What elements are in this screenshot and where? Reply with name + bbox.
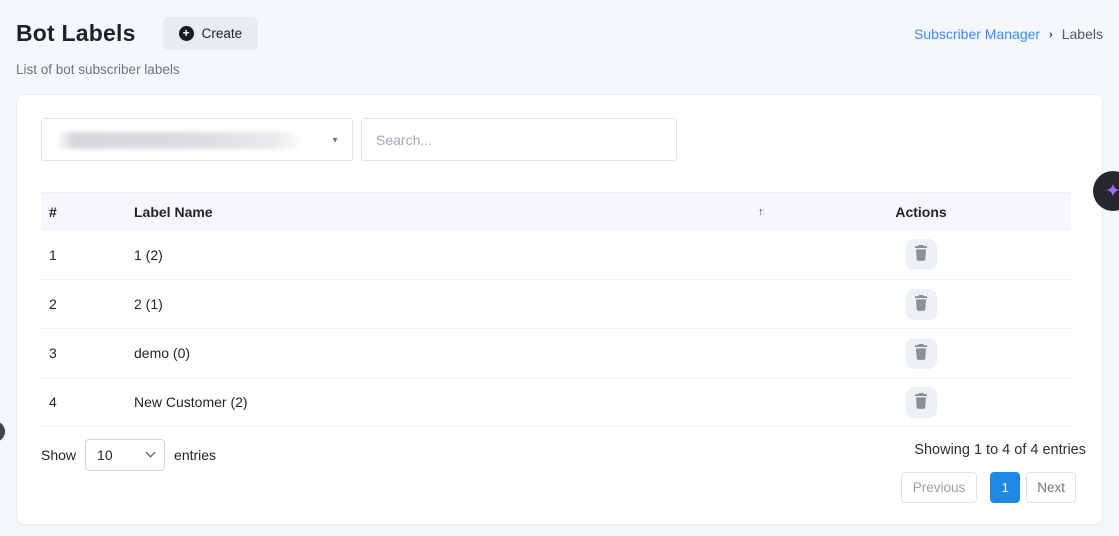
trash-icon [914, 393, 928, 412]
entries-per-page-select[interactable]: 10 [85, 439, 165, 471]
filters-row: ▼ [41, 118, 677, 161]
row-label: New Customer (2) [126, 378, 771, 427]
next-page-button[interactable]: Next [1026, 472, 1076, 503]
labels-table: # Label Name ↑↓ Actions 1 1 (2) 2 [41, 192, 1071, 427]
row-index: 4 [41, 378, 126, 427]
labels-card: ▼ # Label Name ↑↓ Actions 1 1 (2) [16, 94, 1103, 525]
page-header: Bot Labels + Create List of bot subscrib… [16, 0, 1103, 90]
table-row: 4 New Customer (2) [41, 378, 1071, 427]
row-actions [771, 329, 1071, 378]
breadcrumb: Subscriber Manager › Labels [914, 26, 1103, 42]
bot-select-dropdown[interactable]: ▼ [41, 118, 353, 161]
row-label: 2 (1) [126, 280, 771, 329]
trash-icon [914, 245, 928, 264]
delete-label-button[interactable] [906, 387, 937, 418]
delete-label-button[interactable] [906, 239, 937, 270]
row-index: 3 [41, 329, 126, 378]
sort-desc-icon: ↓ [761, 206, 764, 218]
row-actions [771, 231, 1071, 280]
create-button-label: Create [202, 26, 243, 41]
column-header-label-name[interactable]: Label Name ↑↓ [126, 193, 771, 231]
breadcrumb-link-subscriber-manager[interactable]: Subscriber Manager [914, 26, 1040, 42]
trash-icon [914, 344, 928, 363]
delete-label-button[interactable] [906, 338, 937, 369]
caret-down-icon: ▼ [331, 135, 339, 144]
row-label: demo (0) [126, 329, 771, 378]
column-header-actions: Actions [771, 193, 1071, 231]
create-button[interactable]: + Create [163, 17, 259, 50]
show-label: Show [41, 447, 76, 463]
sort-icon: ↑↓ [758, 206, 763, 218]
row-index: 1 [41, 231, 126, 280]
delete-label-button[interactable] [906, 289, 937, 320]
previous-page-button[interactable]: Previous [901, 472, 978, 503]
row-label: 1 (2) [126, 231, 771, 280]
sparkle-icon: ✦ [1105, 182, 1119, 201]
search-input[interactable] [361, 118, 677, 161]
page-1-button[interactable]: 1 [990, 472, 1020, 503]
row-index: 2 [41, 280, 126, 329]
table-row: 2 2 (1) [41, 280, 1071, 329]
plus-circle-icon: + [179, 26, 194, 41]
entries-label: entries [174, 447, 216, 463]
redacted-selected-value [56, 132, 304, 149]
breadcrumb-current: Labels [1062, 26, 1103, 42]
table-row: 3 demo (0) [41, 329, 1071, 378]
trash-icon [914, 295, 928, 314]
row-actions [771, 378, 1071, 427]
pagination: Previous 1 Next [901, 472, 1076, 503]
breadcrumb-separator-icon: › [1049, 28, 1053, 41]
page-title: Bot Labels [16, 20, 136, 47]
page-subtitle: List of bot subscriber labels [16, 62, 1103, 77]
left-edge-button[interactable] [0, 421, 5, 442]
showing-entries-text: Showing 1 to 4 of 4 entries [914, 442, 1086, 458]
entries-control: Show 10 entries [41, 439, 216, 471]
row-actions [771, 280, 1071, 329]
column-header-label-name-text: Label Name [134, 204, 213, 220]
table-header-row: # Label Name ↑↓ Actions [41, 193, 1071, 231]
table-row: 1 1 (2) [41, 231, 1071, 280]
column-header-index: # [41, 193, 126, 231]
